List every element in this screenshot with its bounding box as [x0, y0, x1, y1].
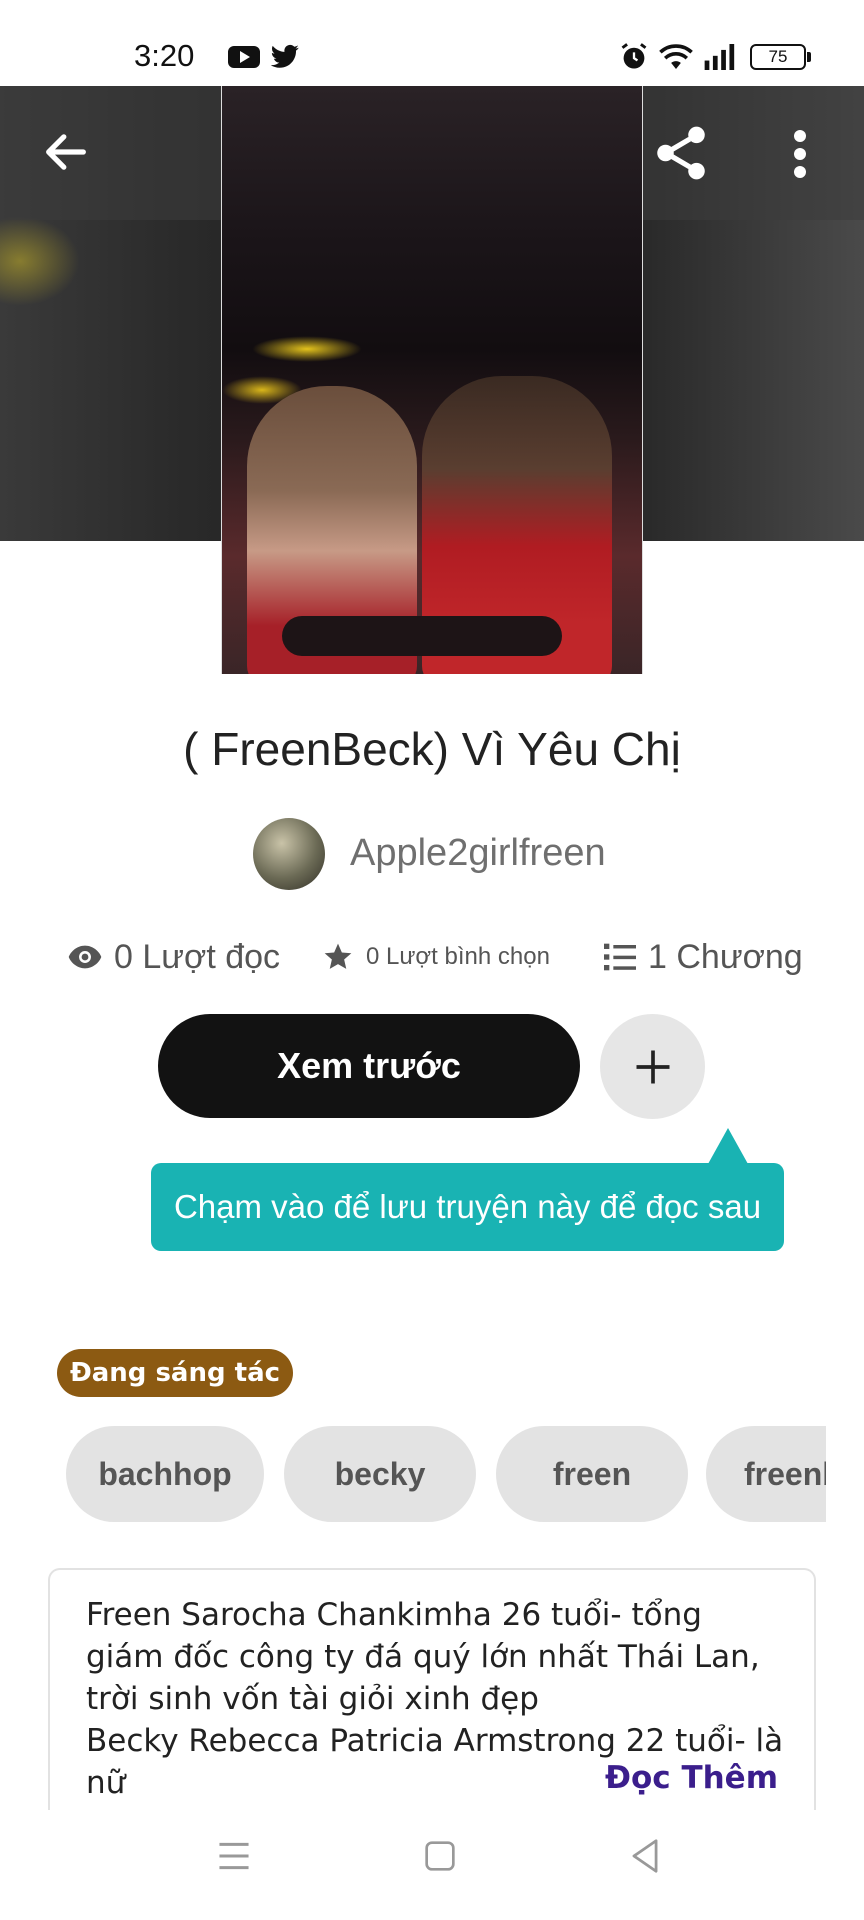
cover-stage-light: [252, 336, 362, 362]
votes-label: 0 Lượt bình chọn: [366, 943, 550, 970]
more-vert-icon[interactable]: [790, 128, 810, 180]
youtube-icon: [228, 46, 260, 68]
story-title: ( FreenBeck) Vì Yêu Chị: [183, 723, 681, 775]
reads-label: 0 Lượt đọc: [114, 937, 281, 976]
tags-row: bachhop becky freen freenb: [66, 1426, 826, 1522]
stat-votes: 0 Lượt bình chọn: [322, 935, 550, 979]
cover-arm: [282, 616, 562, 656]
tag-chip[interactable]: bachhop: [66, 1426, 264, 1522]
back-triangle-icon[interactable]: [628, 1838, 662, 1874]
star-icon: [324, 943, 352, 969]
add-to-library-button[interactable]: [600, 1014, 705, 1119]
status-badge: Đang sáng tác: [57, 1349, 293, 1397]
back-arrow-icon[interactable]: [40, 126, 92, 178]
home-square-icon[interactable]: [424, 1840, 456, 1872]
tag-chip[interactable]: freen: [496, 1426, 688, 1522]
menu-icon[interactable]: [216, 1840, 252, 1872]
status-bar: 3:20 75: [0, 0, 864, 86]
plus-icon: [636, 1050, 669, 1083]
banner-blur: [0, 216, 80, 306]
description-card: Freen Sarocha Chankimha 26 tuổi- tổng gi…: [48, 1568, 816, 1820]
battery-icon: 75: [750, 44, 811, 70]
alarm-icon: [621, 43, 647, 69]
twitter-icon: [270, 44, 299, 68]
author-name[interactable]: Apple2girlfreen: [350, 832, 606, 875]
tag-chip[interactable]: becky: [284, 1426, 476, 1522]
wifi-icon: [659, 44, 693, 69]
status-time: 3:20: [134, 38, 195, 73]
list-icon: [604, 943, 636, 971]
story-cover-image[interactable]: [221, 86, 643, 674]
tag-chip[interactable]: freenb: [706, 1426, 826, 1522]
save-tooltip[interactable]: Chạm vào để lưu truyện này để đọc sau: [151, 1163, 784, 1251]
eye-icon: [68, 945, 102, 969]
preview-button[interactable]: Xem trước: [158, 1014, 580, 1118]
tooltip-arrow: [708, 1128, 748, 1164]
read-more-link[interactable]: Đọc Thêm: [605, 1760, 778, 1796]
chapters-label: 1 Chương: [648, 937, 803, 976]
stat-reads: 0 Lượt đọc: [68, 935, 280, 979]
stat-chapters[interactable]: 1 Chương: [604, 935, 803, 979]
signal-icon: [704, 44, 735, 70]
author-avatar[interactable]: [253, 818, 325, 890]
share-icon[interactable]: [650, 122, 712, 184]
